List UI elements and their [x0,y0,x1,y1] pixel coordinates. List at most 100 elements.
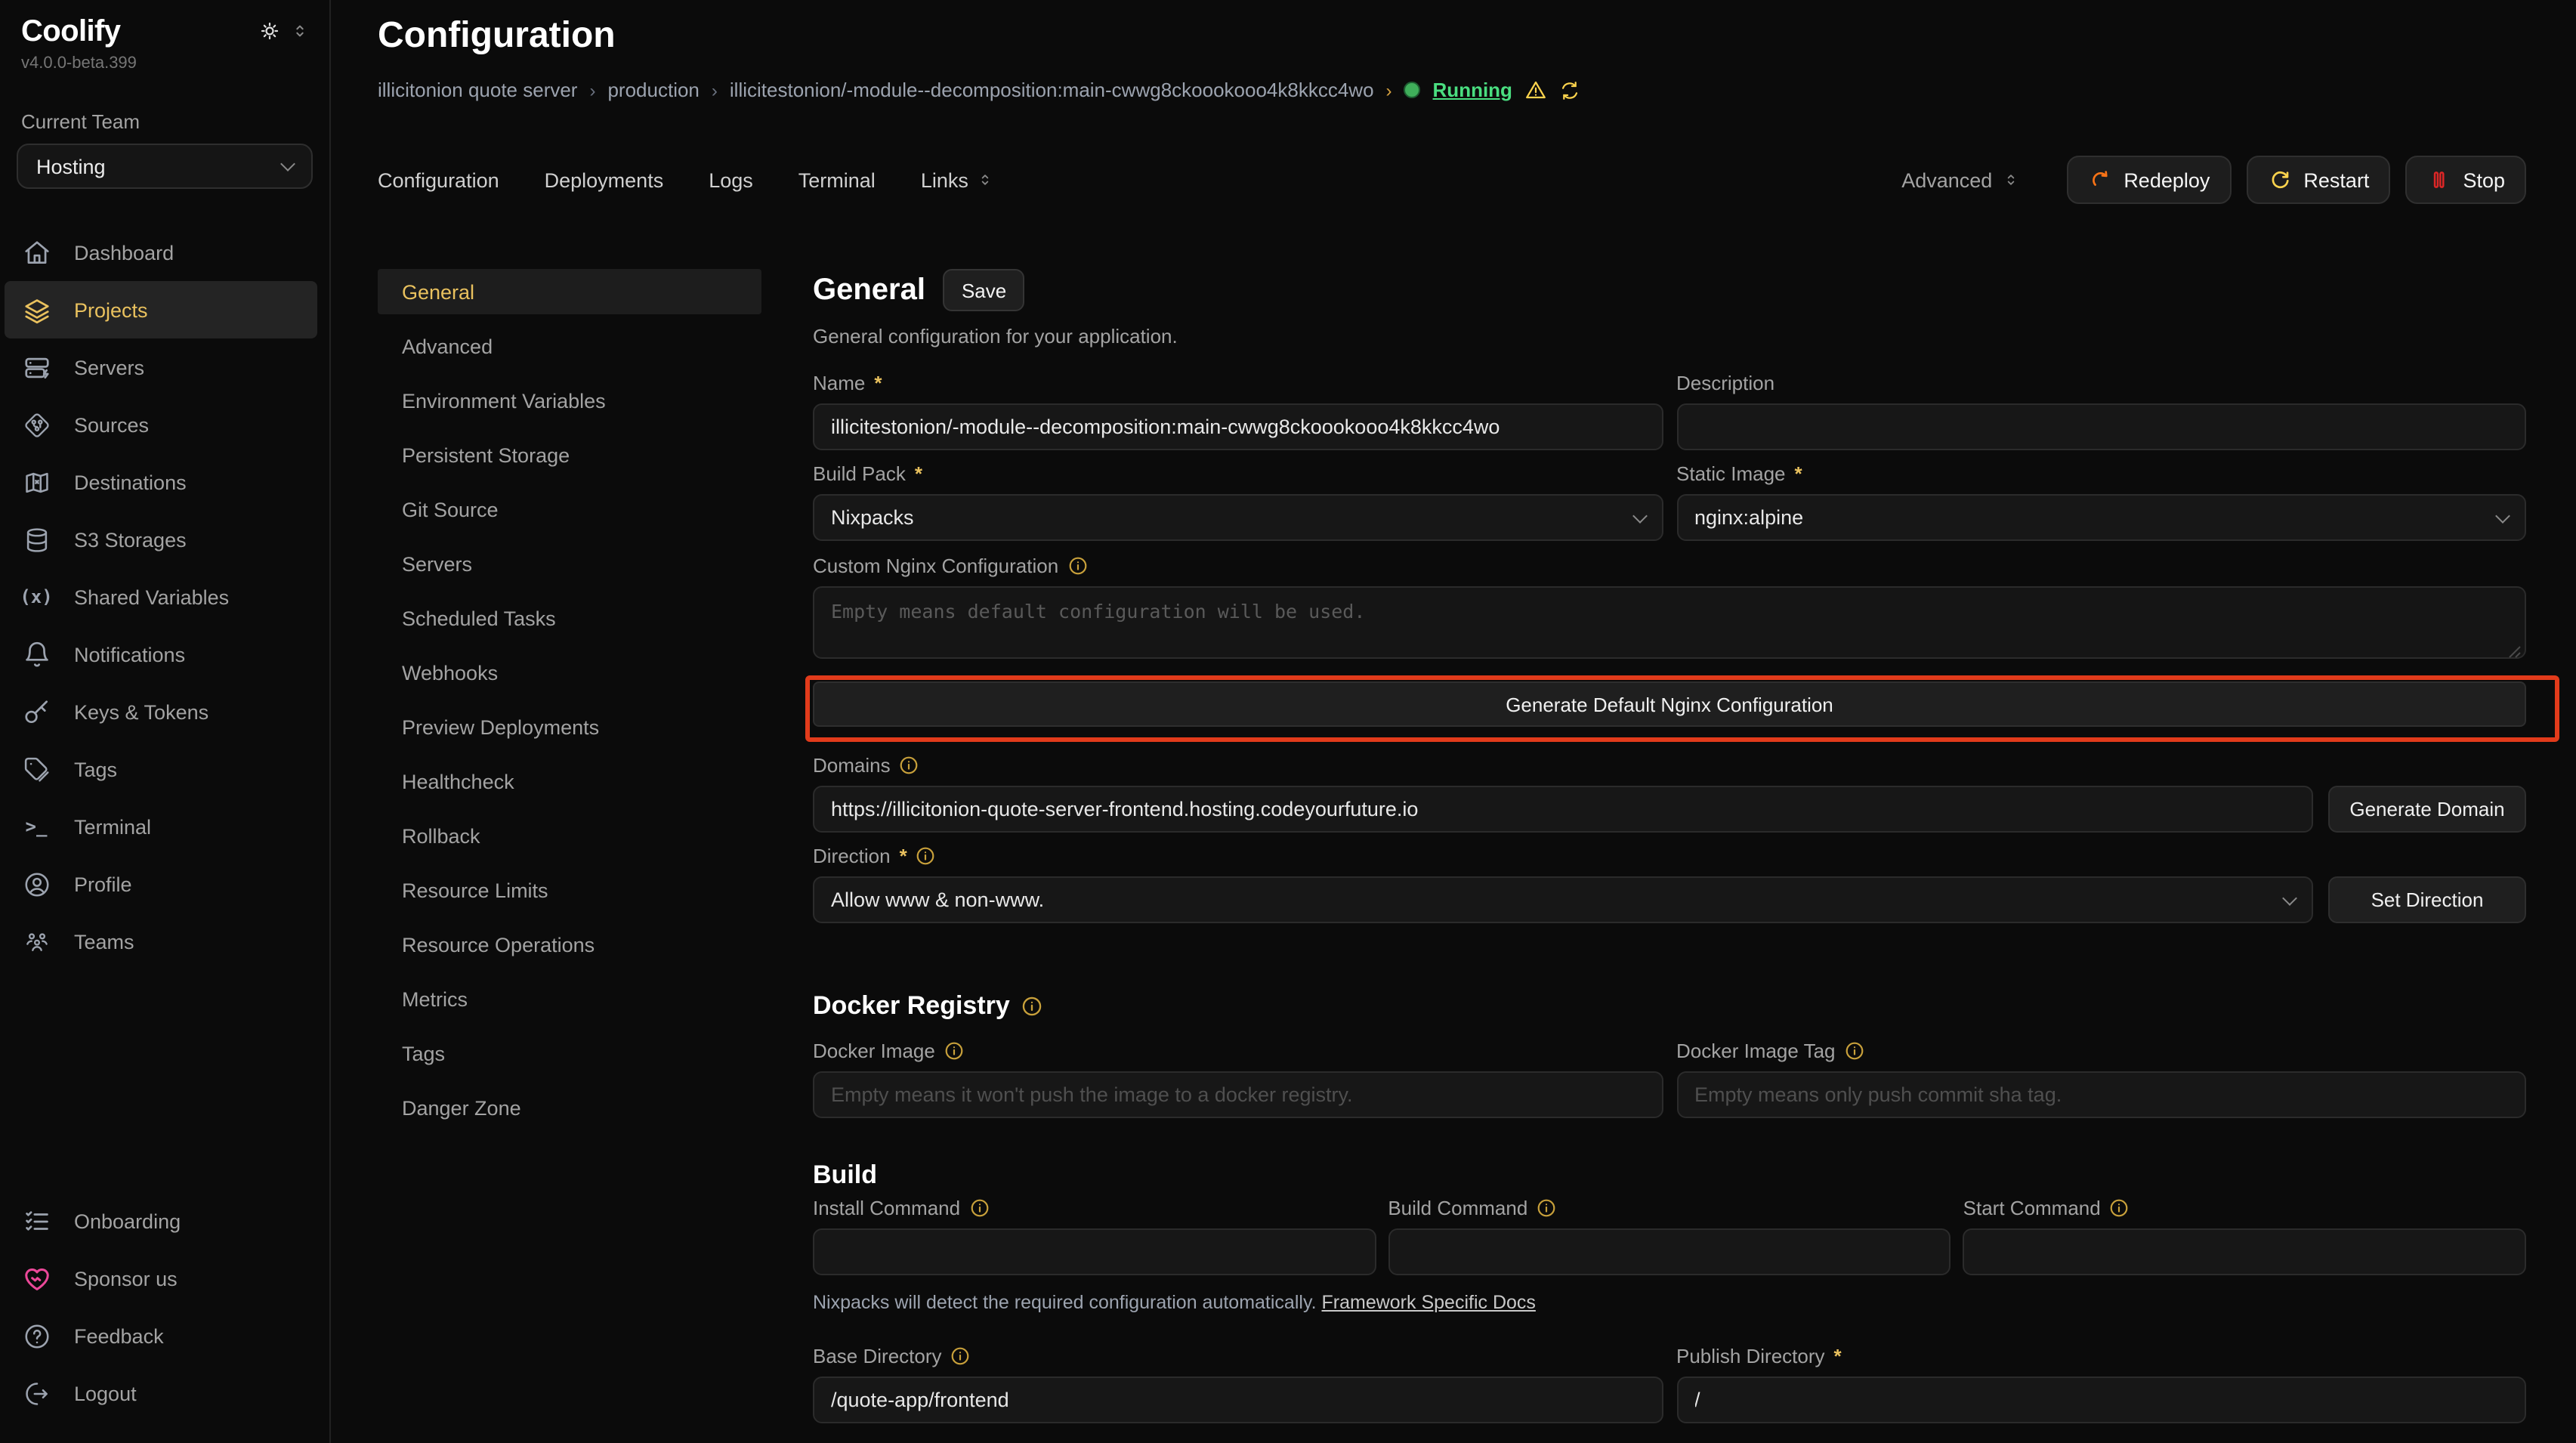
sidebar-item-s3-storages[interactable]: S3 Storages [0,511,329,568]
status-running-link[interactable]: Running [1433,79,1512,101]
custom-nginx-textarea[interactable] [813,586,2526,659]
sidebar-nav: Dashboard Projects Servers Sources Desti… [0,224,329,1192]
breadcrumb-environment[interactable]: production [607,79,699,101]
theme-switcher[interactable] [258,20,308,42]
sidebar-item-profile[interactable]: Profile [0,855,329,913]
submenu-label: Metrics [402,987,468,1010]
chevron-down-icon [280,156,295,171]
app-logo[interactable]: Coolify [21,15,120,50]
framework-docs-link[interactable]: Framework Specific Docs [1322,1292,1536,1313]
direction-select[interactable]: Allow www & non-www. [813,876,2313,923]
tab-terminal[interactable]: Terminal [798,168,876,191]
submenu-preview-deployments[interactable]: Preview Deployments [378,704,761,749]
status-dot [1404,82,1421,98]
restart-button[interactable]: Restart [2246,156,2390,204]
sidebar-item-destinations[interactable]: Destinations [0,453,329,511]
submenu-label: Git Source [402,498,499,521]
sidebar-item-servers[interactable]: Servers [0,338,329,396]
docker-image-input[interactable] [813,1071,1663,1118]
tab-links[interactable]: Links [921,168,993,191]
submenu-git-source[interactable]: Git Source [378,487,761,532]
breadcrumb-project[interactable]: illicitonion quote server [378,79,577,101]
submenu-danger-zone[interactable]: Danger Zone [378,1085,761,1130]
docker-image-tag-input[interactable] [1676,1071,2526,1118]
sidebar-item-label: Shared Variables [74,586,229,608]
submenu-tags[interactable]: Tags [378,1030,761,1076]
submenu-servers[interactable]: Servers [378,541,761,586]
static-image-label: Static Image [1676,462,1786,485]
submenu-metrics[interactable]: Metrics [378,976,761,1021]
static-image-select[interactable]: nginx:alpine [1676,494,2526,541]
user-circle-icon [21,870,51,898]
team-select[interactable]: Hosting [17,144,313,189]
info-icon [1022,996,1043,1017]
sidebar-item-feedback[interactable]: Feedback [0,1307,329,1364]
build-pack-label: Build Pack [813,462,906,485]
static-image-value: nginx:alpine [1694,506,1803,529]
submenu-environment-variables[interactable]: Environment Variables [378,378,761,423]
sidebar-item-projects[interactable]: Projects [5,281,317,338]
sidebar-item-label: Notifications [74,643,185,666]
submenu-resource-operations[interactable]: Resource Operations [378,922,761,967]
sidebar-item-label: Keys & Tokens [74,700,208,723]
sidebar-item-logout[interactable]: Logout [0,1364,329,1422]
sidebar-item-notifications[interactable]: Notifications [0,626,329,683]
terminal-icon: >_ [21,816,51,837]
tab-logs[interactable]: Logs [709,168,753,191]
description-input[interactable] [1676,403,2526,450]
sidebar-item-shared-variables[interactable]: (x)Shared Variables [0,568,329,626]
custom-nginx-label: Custom Nginx Configuration [813,555,1058,577]
install-command-input[interactable] [813,1228,1376,1275]
sidebar-item-keys-tokens[interactable]: Keys & Tokens [0,683,329,740]
start-command-input[interactable] [1963,1228,2526,1275]
generate-domain-button[interactable]: Generate Domain [2328,786,2526,833]
direction-label: Direction [813,845,891,867]
advanced-select[interactable]: Advanced [1901,168,2018,191]
sidebar-item-teams[interactable]: Teams [0,913,329,970]
tab-deployments[interactable]: Deployments [545,168,664,191]
save-button[interactable]: Save [944,269,1024,311]
submenu-general[interactable]: General [378,269,761,314]
submenu-advanced[interactable]: Advanced [378,323,761,369]
name-input[interactable] [813,403,1663,450]
submenu-resource-limits[interactable]: Resource Limits [378,867,761,913]
configuration-content: General Advanced Environment Variables P… [378,269,2526,1443]
sidebar-item-dashboard[interactable]: Dashboard [0,224,329,281]
submenu-scheduled-tasks[interactable]: Scheduled Tasks [378,595,761,641]
refresh-icon[interactable] [1559,79,1580,100]
base-directory-input[interactable] [813,1377,1663,1423]
publish-directory-label: Publish Directory [1676,1345,1825,1367]
submenu-rollback[interactable]: Rollback [378,813,761,858]
domains-input[interactable] [813,786,2313,833]
general-form: General Save General configuration for y… [813,269,2526,1443]
coolify-app: Coolify v4.0.0-beta.399 Current Team Hos… [0,0,2576,1443]
map-icon [21,468,51,496]
publish-directory-input[interactable] [1676,1377,2526,1423]
set-direction-button[interactable]: Set Direction [2328,876,2526,923]
submenu-healthcheck[interactable]: Healthcheck [378,759,761,804]
resize-handle[interactable] [2508,645,2522,659]
build-command-input[interactable] [1388,1228,1951,1275]
app-version: v4.0.0-beta.399 [0,54,329,73]
submenu-persistent-storage[interactable]: Persistent Storage [378,432,761,477]
sidebar-item-tags[interactable]: Tags [0,740,329,798]
warning-icon[interactable] [1524,79,1547,101]
breadcrumb-resource[interactable]: illicitestonion/-module--decomposition:m… [730,79,1374,101]
sidebar-item-onboarding[interactable]: Onboarding [0,1192,329,1250]
info-icon [2110,1198,2130,1218]
sidebar-item-sources[interactable]: Sources [0,396,329,453]
sidebar-item-sponsor[interactable]: Sponsor us [0,1250,329,1307]
sidebar-item-terminal[interactable]: >_Terminal [0,798,329,855]
build-pack-select[interactable]: Nixpacks [813,494,1663,541]
generate-default-nginx-configuration-button[interactable]: Generate Default Nginx Configuration [813,681,2526,727]
submenu-label: Resource Limits [402,879,548,901]
submenu-webhooks[interactable]: Webhooks [378,650,761,695]
sidebar-item-label: Dashboard [74,241,174,264]
stop-button[interactable]: Stop [2405,156,2526,204]
redeploy-button[interactable]: Redeploy [2066,156,2231,204]
submenu-label: Healthcheck [402,770,514,793]
nixpacks-note: Nixpacks will detect the required config… [813,1292,2526,1313]
chevron-down-icon [2282,890,2297,905]
tab-configuration[interactable]: Configuration [378,168,499,191]
tab-label: Terminal [798,168,876,191]
